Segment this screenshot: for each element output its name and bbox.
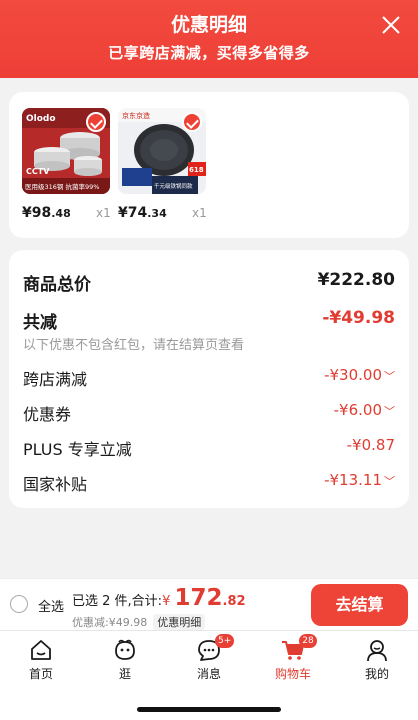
stroll-face-icon — [115, 639, 135, 660]
chevron-down-icon[interactable]: ﹀ — [384, 475, 395, 488]
tab-label: 我的 — [364, 667, 389, 681]
checkout-bar: 全选 已选 2 件,合计:¥ 172.82 优惠减:¥49.98 优惠明细 去结算 — [0, 578, 418, 630]
red-packet-note: 以下优惠不包含红包，请在结算页查看 — [23, 338, 245, 353]
total-reduction-row: 共减 -¥49.98 — [23, 308, 395, 333]
tab-profile[interactable]: 我的 — [347, 637, 407, 682]
tab-cart[interactable]: 28 购物车 — [263, 634, 323, 682]
item-selected-check-icon[interactable] — [182, 112, 202, 132]
discount-summary: 优惠减:¥49.98 优惠明细 — [72, 614, 206, 630]
goods-total-row: 商品总价 ¥222.80 — [23, 270, 395, 295]
item-quantity: x1 — [96, 206, 111, 220]
tab-label: 购物车 — [274, 667, 311, 681]
chevron-down-icon[interactable]: ﹀ — [384, 405, 395, 418]
product-thumbnail[interactable]: Olodo CCTV 医用级316钢 抗菌率99% — [22, 108, 110, 194]
discount-line-value: -¥0.87 — [346, 436, 395, 454]
discount-detail-header: 优惠明细 已享跨店满减，买得多省得多 — [0, 0, 418, 78]
tab-label: 逛 — [118, 667, 131, 681]
discount-line-national-subsidy[interactable]: 国家补贴 -¥13.11 ﹀ — [23, 471, 395, 495]
select-all-radio[interactable] — [10, 595, 28, 613]
discount-line-cross-store[interactable]: 跨店满减 -¥30.00 ﹀ — [23, 366, 395, 390]
thumb-logo: CCTV — [26, 167, 50, 176]
profile-icon — [367, 640, 387, 662]
discount-line-label: PLUS 专享立减 — [23, 440, 132, 459]
discount-line-label: 跨店满减 — [23, 370, 88, 389]
product-thumbnail[interactable]: 京东京造 千元级铁锅同款 618 — [118, 108, 206, 194]
item-price: ¥74.34 — [118, 205, 167, 221]
tab-stroll[interactable]: 逛 — [95, 637, 155, 682]
total-reduction-value: -¥49.98 — [322, 308, 395, 328]
item-quantity: x1 — [192, 206, 207, 220]
thumb-badge: 618 — [189, 166, 204, 174]
goods-item[interactable]: Olodo CCTV 医用级316钢 抗菌率99% ¥98.48 x1 — [22, 108, 111, 221]
item-selected-check-icon[interactable] — [86, 112, 106, 132]
thumb-brand: 京东京造 — [122, 111, 150, 120]
total-reduction-label: 共减 — [23, 313, 57, 333]
page-subtitle: 已享跨店满减，买得多省得多 — [108, 44, 310, 62]
message-count-badge: 5+ — [215, 634, 235, 648]
select-all-label[interactable]: 全选 — [38, 596, 64, 615]
close-icon[interactable] — [380, 14, 402, 36]
tab-home[interactable]: 首页 — [11, 637, 71, 682]
discount-line-value: -¥30.00 ﹀ — [324, 366, 395, 384]
home-indicator — [137, 707, 281, 712]
discount-line-label: 国家补贴 — [23, 475, 88, 494]
checkout-button[interactable]: 去结算 — [311, 584, 408, 626]
price-summary-card: 商品总价 ¥222.80 共减 -¥49.98 以下优惠不包含红包，请在结算页查… — [9, 250, 409, 508]
selected-count-text: 已选 2 件,合计: — [72, 594, 163, 609]
thumb-caption: 千元级铁锅同款 — [154, 182, 193, 190]
selected-goods-card: Olodo CCTV 医用级316钢 抗菌率99% ¥98.48 x1 京东京造… — [9, 92, 409, 238]
tab-label: 消息 — [196, 667, 221, 681]
discount-line-coupon[interactable]: 优惠券 -¥6.00 ﹀ — [23, 401, 395, 425]
goods-total-value: ¥222.80 — [317, 270, 395, 290]
tab-label: 首页 — [28, 667, 53, 681]
tab-messages[interactable]: 5+ 消息 — [179, 634, 239, 682]
discount-detail-tag[interactable]: 优惠明细 — [153, 614, 206, 630]
goods-item[interactable]: 京东京造 千元级铁锅同款 618 ¥74.34 x1 — [118, 108, 207, 221]
item-price: ¥98.48 — [22, 205, 71, 221]
chevron-down-icon[interactable]: ﹀ — [384, 370, 395, 383]
total-amount-int: 172 — [174, 585, 223, 611]
discount-line-plus: PLUS 专享立减 -¥0.87 — [23, 436, 395, 460]
home-icon — [31, 640, 51, 660]
thumb-brand: Olodo — [26, 114, 56, 124]
discount-summary-text: 优惠减:¥49.98 — [72, 616, 148, 629]
cart-count-badge: 28 — [299, 634, 317, 648]
page-title: 优惠明细 — [170, 14, 247, 36]
bottom-tab-bar: 首页 逛 5+ 消息 28 购物车 我的 — [0, 630, 418, 720]
total-amount-dec: .82 — [222, 594, 246, 609]
goods-total-label: 商品总价 — [23, 275, 91, 295]
total-currency: ¥ — [162, 594, 171, 609]
discount-line-value: -¥6.00 ﹀ — [333, 401, 395, 419]
detail-panel: Olodo CCTV 医用级316钢 抗菌率99% ¥98.48 x1 京东京造… — [0, 78, 418, 578]
discount-line-value: -¥13.11 ﹀ — [324, 471, 395, 489]
discount-line-label: 优惠券 — [23, 405, 72, 424]
selected-total: 已选 2 件,合计:¥ 172.82 — [72, 585, 246, 611]
thumb-caption: 医用级316钢 抗菌率99% — [25, 182, 99, 191]
